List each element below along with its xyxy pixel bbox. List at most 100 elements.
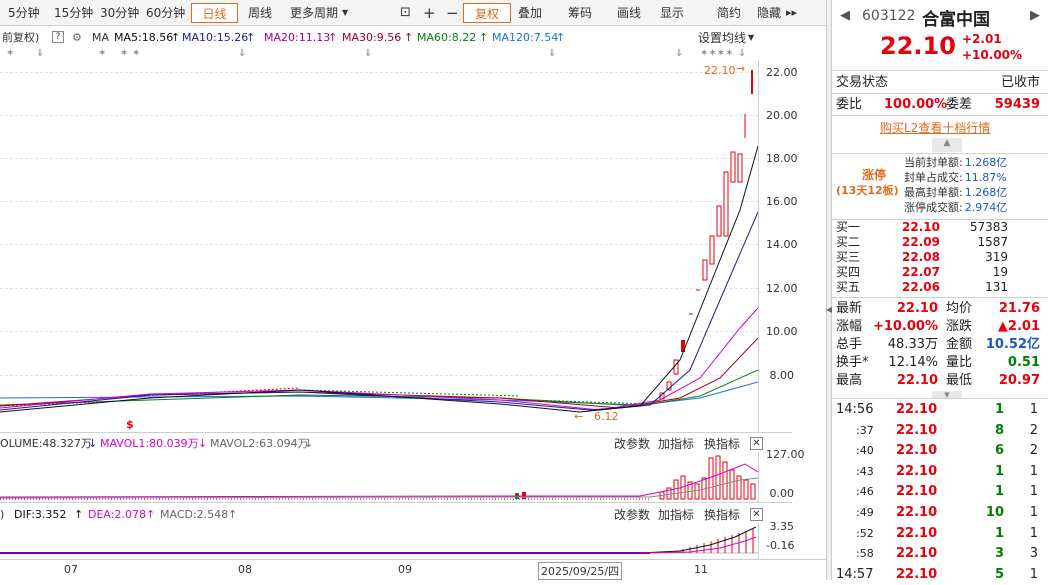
ma30-up-icon: ↑ <box>404 31 414 44</box>
price-change: +2.01 <box>962 32 1002 46</box>
switch-indicator-button[interactable]: 换指标 <box>704 436 740 452</box>
status-label: 交易状态 <box>836 75 889 90</box>
chips-button[interactable]: 筹码 <box>568 3 592 23</box>
next-stock-icon[interactable]: ▶ <box>1030 8 1040 23</box>
zoom-in-icon[interactable]: + <box>423 3 436 23</box>
tick-list[interactable]: 14:56 22.10 1 1 :37 22.10 8 2 :40 22.10 6 2 :43 22… <box>836 400 1044 585</box>
dif-up-icon: ↑ <box>74 508 84 521</box>
volume-bar <box>708 457 714 500</box>
zoom-out-icon[interactable]: − <box>446 3 459 23</box>
seal-value: 11.87% <box>964 171 1007 184</box>
bid-row: 买二 22.09 1587 <box>836 235 1008 249</box>
chevron-down-icon: ▼ <box>748 33 755 42</box>
seal-info: 当前封单额: 1.268亿 封单占成交: 11.87% 最高封单额: 1.268亿 涨… <box>904 155 1044 215</box>
bid-row: 买四 22.07 19 <box>836 265 1008 279</box>
bid-row: 买三 22.08 319 <box>836 250 1008 264</box>
limit-up-streak: (13天12板) <box>836 184 899 197</box>
seal-label: 当前封单额: <box>904 156 963 169</box>
high-annotation: 22.10 <box>704 64 736 77</box>
chevron-down-icon: ▼ <box>342 8 349 17</box>
seal-value: 2.974亿 <box>964 201 1008 214</box>
close-icon[interactable]: ✕ <box>750 437 763 450</box>
stock-name: 合富中国 <box>922 10 990 30</box>
wc-label: 委差 <box>946 97 973 112</box>
volume-label: OLUME:48.327万 <box>0 437 92 450</box>
order-ratio-row: 委比 100.00% 委差 59439 <box>836 96 1044 114</box>
hide-button[interactable]: 隐藏 <box>757 3 781 23</box>
macd-pane[interactable]: 3.35 -0.16 <box>0 520 800 559</box>
y-tick: 16.00 <box>766 195 798 208</box>
tick-row: :40 22.10 6 2 <box>856 443 1038 459</box>
add-indicator-button[interactable]: 加指标 <box>658 507 694 523</box>
help-icon[interactable]: ? <box>52 31 64 43</box>
nav-arrows-icon[interactable]: ▸▸ <box>786 3 797 23</box>
stats-table: 最新 22.10 均价 21.76 涨幅 +10.00% 涨跌 ▲2.01 总手 48.33万… <box>836 300 1044 390</box>
gear-icon[interactable]: ⚙ <box>72 30 82 46</box>
volume-bar <box>722 461 728 500</box>
seal-value: 1.268亿 <box>964 186 1008 199</box>
x-cursor-date: 2025/09/25/四 <box>538 562 623 580</box>
period-5min[interactable]: 5分钟 <box>8 3 40 23</box>
low-annotation-arrow: ← <box>574 410 583 423</box>
volume-pane[interactable]: 127.00 0.00 <box>0 448 805 502</box>
y-tick: 10.00 <box>766 325 798 338</box>
period-toolbar: 5分钟 15分钟 30分钟 60分钟 日线 周线 更多周期 ▼ ⊡ + − 复权… <box>0 0 830 26</box>
display-button[interactable]: 显示 <box>660 3 684 23</box>
status-value: 已收市 <box>1000 75 1040 90</box>
candle <box>730 151 736 183</box>
chevron-up-icon[interactable]: ▲ <box>932 138 962 152</box>
last-price: 22.10 <box>880 32 956 60</box>
macd-label: MACD:2.548 <box>160 508 229 521</box>
period-daily[interactable]: 日线 <box>191 3 238 23</box>
volume-bar <box>743 479 749 500</box>
change-params-button[interactable]: 改参数 <box>614 507 650 523</box>
candle <box>723 171 729 237</box>
switch-indicator-button[interactable]: 换指标 <box>704 507 740 523</box>
ma-settings-button[interactable]: 设置均线 <box>698 30 746 46</box>
y-tick: 14.00 <box>766 238 798 251</box>
l2-link[interactable]: 购买L2查看十档行情 <box>880 119 990 136</box>
y-tick: -0.16 <box>766 539 795 552</box>
wc-value: 59439 <box>994 97 1040 112</box>
y-tick: 22.00 <box>766 66 798 79</box>
overlay-button[interactable]: 叠加 <box>518 3 542 23</box>
add-indicator-button[interactable]: 加指标 <box>658 436 694 452</box>
volume-bar <box>750 483 756 500</box>
high-annotation-arrow: → <box>736 62 746 75</box>
tick-row: :49 22.10 10 1 <box>856 504 1038 520</box>
y-tick: 3.35 <box>769 520 795 533</box>
limit-up-title: 涨停 <box>862 168 887 182</box>
candle <box>716 205 722 237</box>
lock-icon[interactable]: ⊡ <box>400 3 411 23</box>
tick-row: 14:56 22.10 1 1 <box>836 402 1038 417</box>
ma120-label: MA120:7.54 <box>492 31 559 44</box>
candle <box>737 153 743 183</box>
change-params-button[interactable]: 改参数 <box>614 436 650 452</box>
prev-stock-icon[interactable]: ◀ <box>840 8 850 23</box>
volume-down-icon: ↓ <box>88 437 98 450</box>
mavol1-label: MAVOL1:80.039万 <box>100 437 199 450</box>
y-tick: 8.00 <box>769 369 795 382</box>
close-icon[interactable]: ✕ <box>750 508 763 521</box>
period-more[interactable]: 更多周期 <box>290 3 338 23</box>
draw-line-button[interactable]: 画线 <box>617 3 641 23</box>
y-tick: 12.00 <box>766 282 798 295</box>
tick-row: 14:57 22.10 5 1 <box>836 566 1038 582</box>
ma10-line <box>0 211 758 411</box>
seal-label: 最高封单额: <box>904 186 963 199</box>
candle <box>709 235 715 265</box>
stats-row: 最高 22.10 最低 20.97 <box>836 373 1040 388</box>
tick-row: :43 22.10 1 1 <box>856 463 1038 479</box>
mavol1-down-icon: ↓ <box>198 437 208 450</box>
period-60min[interactable]: 60分钟 <box>146 3 185 23</box>
main-chart-pane[interactable]: 22.00 20.00 18.00 16.00 14.00 12.00 10.0… <box>0 60 800 432</box>
ma5-up-icon: ↑ <box>171 31 181 44</box>
period-15min[interactable]: 15分钟 <box>54 3 93 23</box>
wb-value: 100.00% <box>884 97 948 112</box>
period-weekly[interactable]: 周线 <box>248 3 272 23</box>
mavol2-label: MAVOL2:63.094万 <box>210 437 309 450</box>
simple-button[interactable]: 简约 <box>717 3 741 23</box>
macd-indicator-bar: ) DIF:3.352 ↑ DEA:2.078 ↑ MACD:2.548 ↑ 改… <box>0 507 780 523</box>
adjust-button[interactable]: 复权 <box>463 3 511 23</box>
period-30min[interactable]: 30分钟 <box>100 3 139 23</box>
